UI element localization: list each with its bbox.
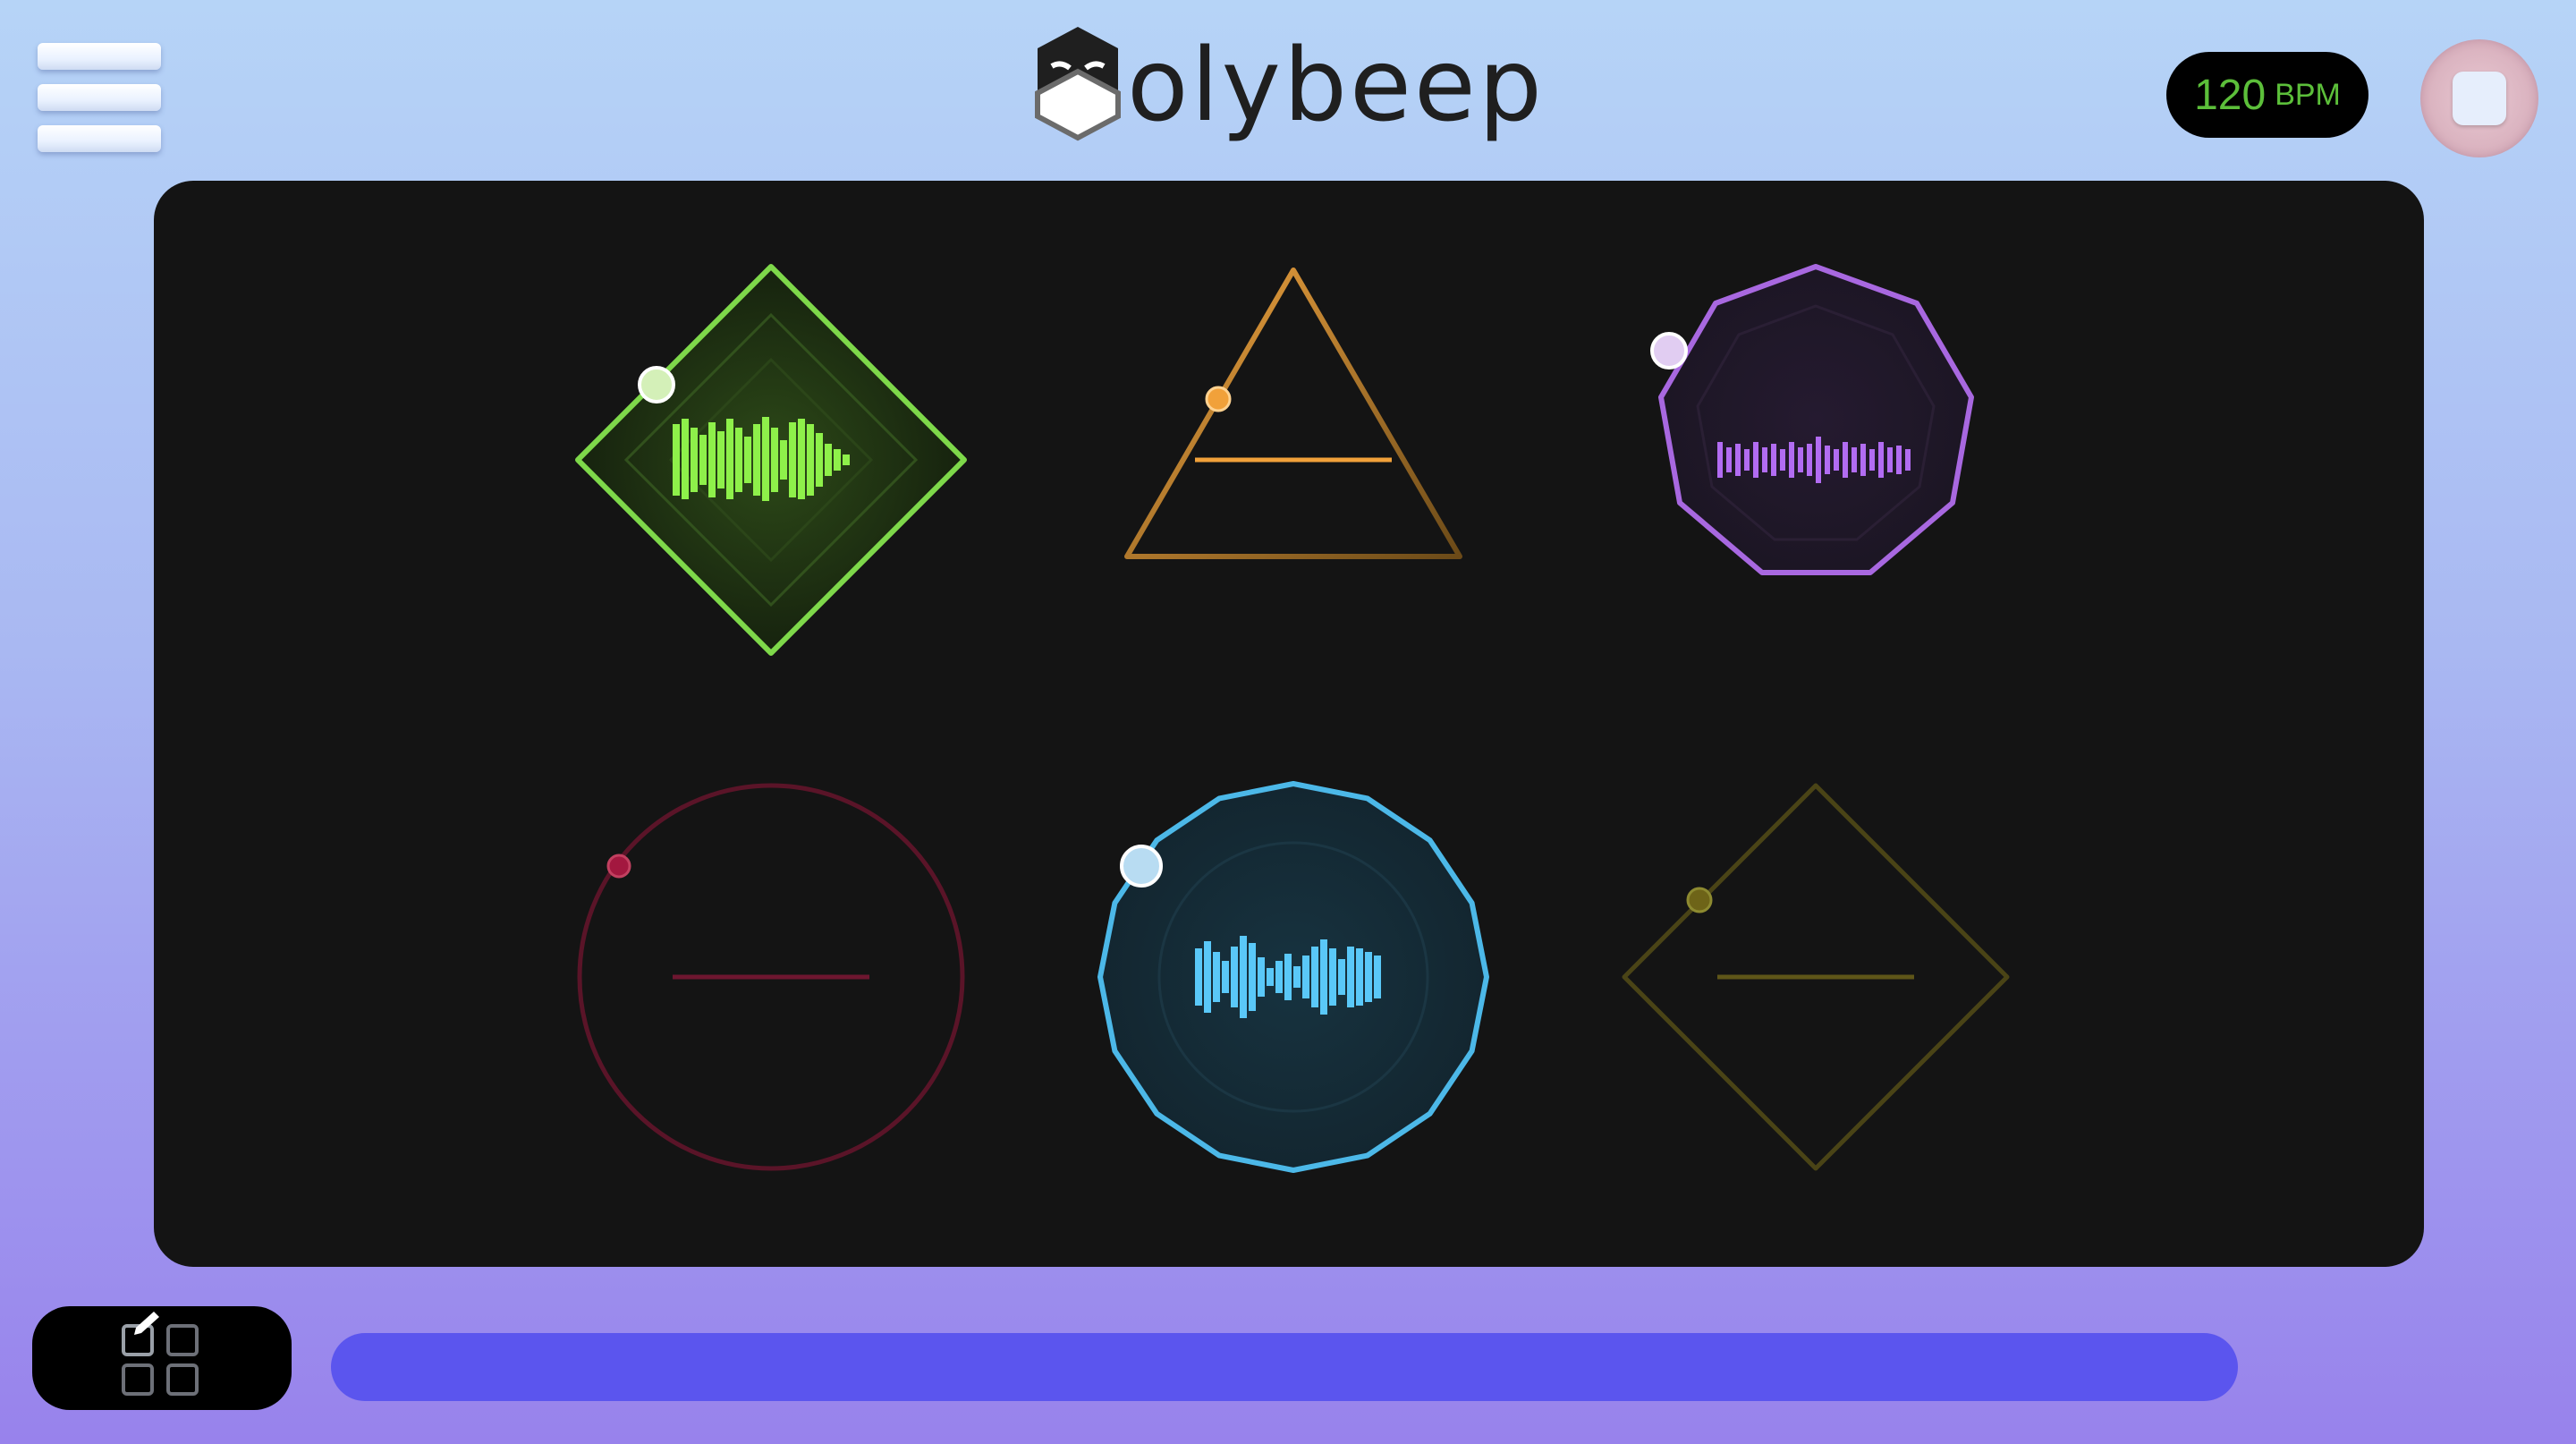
- logo-text: olybeep: [1127, 28, 1545, 144]
- track-pad-circle-red[interactable]: [577, 783, 965, 1171]
- logo-cube-icon: [1035, 27, 1121, 141]
- hamburger-icon-bar-2: [38, 84, 161, 111]
- hamburger-icon-bar-1: [38, 43, 161, 70]
- bpm-value: 120: [2194, 71, 2267, 119]
- hamburger-icon-bar-3: [38, 125, 161, 152]
- menu-button[interactable]: [36, 43, 163, 152]
- playhead-dot: [606, 854, 631, 879]
- edit-grid-button[interactable]: [32, 1306, 292, 1410]
- loop-progress-bar[interactable]: [331, 1333, 2238, 1401]
- playhead-dot: [1650, 332, 1688, 369]
- track-pad-nonagon-purple[interactable]: [1650, 264, 1974, 575]
- stop-icon: [2453, 72, 2506, 125]
- bpm-unit: BPM: [2275, 77, 2341, 112]
- playhead-dot: [1120, 845, 1163, 888]
- track-pad-triangle-orange[interactable]: [1124, 268, 1462, 559]
- track-pad-diamond-olive[interactable]: [1622, 783, 2010, 1171]
- track-pad-diamond-green[interactable]: [575, 264, 967, 656]
- edit-grid-icon: [122, 1312, 199, 1396]
- playhead-dot: [638, 366, 675, 403]
- playhead-dot: [1205, 386, 1232, 412]
- playhead-dot: [1686, 887, 1713, 913]
- bpm-display[interactable]: 120 BPM: [2166, 52, 2368, 138]
- app-logo: olybeep: [1029, 20, 1547, 154]
- track-stage: [154, 181, 2424, 1267]
- track-pad-polygon-blue[interactable]: [1097, 781, 1489, 1173]
- stop-button[interactable]: [2420, 39, 2538, 157]
